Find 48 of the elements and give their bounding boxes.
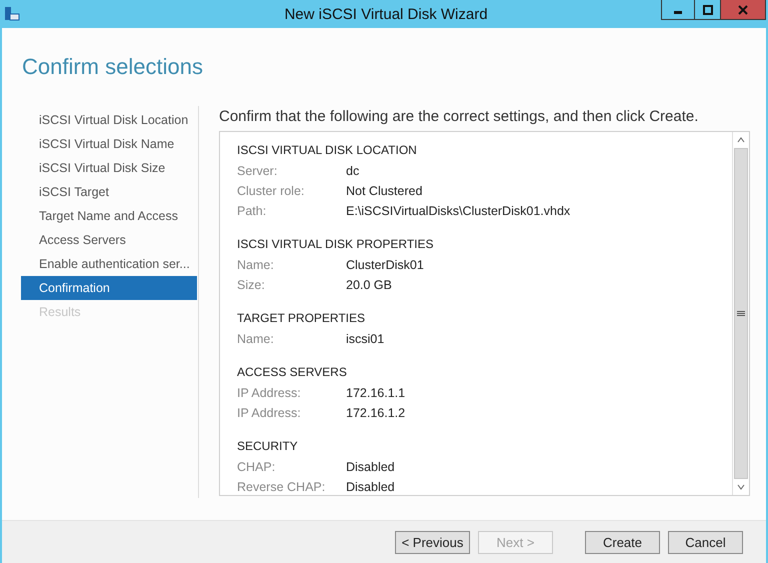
field-value: ClusterDisk01 [346,258,424,272]
field-label: Size: [237,278,266,292]
wizard-button[interactable]: Cancel [668,530,743,554]
wizard-step[interactable]: iSCSI Virtual Disk Location [21,108,197,132]
wizard-step[interactable]: Confirmation [21,276,197,300]
page-heading: Confirm selections [22,54,204,81]
field-label: IP Address: [237,386,302,400]
minimize-icon [674,11,682,14]
field-label: IP Address: [237,406,302,420]
field-value: E:\iSCSIVirtualDisks\ClusterDisk01.vhdx [346,204,570,218]
scrollbar[interactable] [732,132,749,495]
field-label: Reverse CHAP: [237,480,326,494]
field-value: iscsi01 [346,332,384,346]
wizard-step[interactable]: iSCSI Target [21,180,197,204]
field-label: Name: [237,258,275,272]
field-label: CHAP: [237,460,276,474]
section-title: ISCSI VIRTUAL DISK LOCATION [237,142,418,159]
field-value: Disabled [346,460,395,474]
field-value: dc [346,164,360,178]
wizard-step[interactable]: Target Name and Access [21,204,197,228]
field-value: Not Clustered [346,184,422,198]
instruction-text: Confirm that the following are the correct settings, and then click Create. [219,108,700,125]
close-button[interactable] [720,0,766,20]
maximize-icon [702,4,712,14]
field-value: 172.16.1.1 [346,386,406,400]
grip-icon [737,310,745,316]
field-value: 20.0 GB [346,278,392,292]
server-icon [4,6,20,22]
section-title: ISCSI VIRTUAL DISK PROPERTIES [237,236,434,253]
window-title: New iSCSI Virtual Disk Wizard [283,6,489,22]
field-label: Path: [237,204,268,218]
wizard-step[interactable]: Access Servers [21,228,197,252]
field-label: Name: [237,332,275,346]
field-label: Server: [237,164,278,178]
close-icon [738,4,748,14]
scroll-thumb[interactable] [734,148,748,479]
field-value: Disabled [346,480,395,494]
minimize-button[interactable] [661,0,695,20]
section-title: ACCESS SERVERS [237,364,348,381]
field-label: Cluster role: [237,184,306,198]
wizard-step[interactable]: iSCSI Virtual Disk Size [21,156,197,180]
wizard-button[interactable]: Create [585,530,660,554]
wizard-step[interactable]: iSCSI Virtual Disk Name [21,132,197,156]
section-title: SECURITY [237,438,299,455]
section-title: TARGET PROPERTIES [237,310,366,327]
wizard-step[interactable]: Enable authentication ser... [21,252,197,276]
wizard-button[interactable]: < Previous [395,530,470,554]
field-value: 172.16.1.2 [346,406,406,420]
